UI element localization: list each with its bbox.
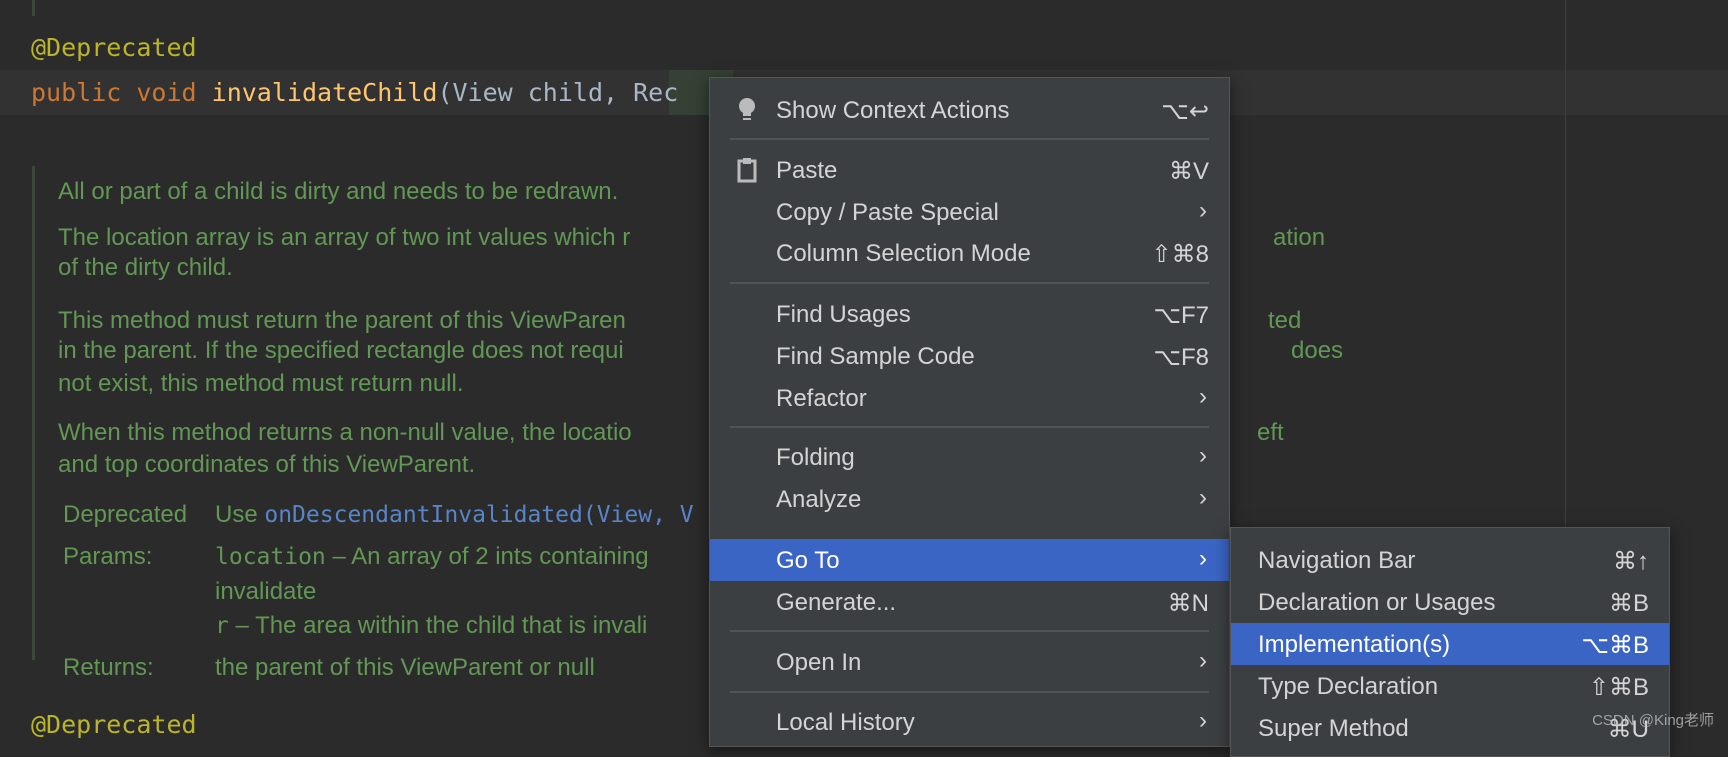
returns-label: Returns: — [63, 654, 154, 681]
keyword: public — [31, 78, 122, 107]
param-name: r — [215, 613, 229, 639]
menu-item-refactor[interactable]: Refactor › — [710, 377, 1229, 419]
submenu-item-type-declaration[interactable]: Type Declaration ⇧⌘B — [1231, 665, 1669, 707]
doc-line: The location array is an array of two in… — [58, 224, 631, 251]
lightbulb-icon — [739, 98, 755, 120]
param-name: location — [215, 544, 326, 570]
chevron-right-icon: › — [1199, 484, 1207, 511]
deprecated-label: Deprecated — [63, 501, 188, 528]
chevron-right-icon: › — [1199, 545, 1207, 572]
submenu-item-implementations[interactable]: Implementation(s) ⌥⌘B — [1231, 623, 1669, 665]
menu-item-folding[interactable]: Folding › — [710, 436, 1229, 478]
chevron-right-icon: › — [1199, 707, 1207, 734]
chevron-right-icon: › — [1199, 647, 1207, 674]
menu-item-analyze[interactable]: Analyze › — [710, 478, 1229, 520]
param-desc: – The area within the child that is inva… — [228, 612, 648, 639]
params: (View child, — [437, 78, 634, 107]
param-desc: – An array of 2 ints containing — [325, 543, 649, 570]
menu-item-local-history[interactable]: Local History › — [710, 701, 1229, 743]
method-signature[interactable]: public void invalidateChild(View child, … — [31, 78, 678, 107]
param-highlighted: Rec — [633, 78, 679, 107]
menu-separator — [730, 426, 1209, 428]
doc-line: When this method returns a non-null valu… — [58, 419, 632, 446]
menu-item-column-selection-mode[interactable]: Column Selection Mode ⇧⌘8 — [710, 232, 1229, 274]
doc-line: ted — [1268, 307, 1302, 334]
doc-line: and top coordinates of this ViewParent. — [58, 451, 476, 478]
deprecated-link[interactable]: onDescendantInvalidated(View, V — [264, 502, 693, 528]
menu-item-find-sample-code[interactable]: Find Sample Code ⌥F8 — [710, 335, 1229, 377]
doc-line: does — [1291, 337, 1344, 364]
chevron-right-icon: › — [1199, 197, 1207, 224]
doc-border — [32, 166, 35, 660]
context-menu: Show Context Actions ⌥↩ Paste ⌘V Copy / Pa… — [709, 77, 1230, 747]
chevron-right-icon: › — [1199, 383, 1207, 410]
menu-separator — [730, 282, 1209, 284]
menu-separator — [730, 691, 1209, 693]
keyword: void — [136, 78, 197, 107]
submenu-item-declaration-or-usages[interactable]: Declaration or Usages ⌘B — [1231, 581, 1669, 623]
params-label: Params: — [63, 543, 153, 570]
doc-line: This method must return the parent of th… — [58, 307, 626, 334]
menu-item-find-usages[interactable]: Find Usages ⌥F7 — [710, 293, 1229, 335]
menu-item-show-context-actions[interactable]: Show Context Actions ⌥↩ — [710, 89, 1229, 131]
menu-item-open-in[interactable]: Open In › — [710, 641, 1229, 683]
menu-separator — [730, 138, 1209, 140]
doc-border — [32, 0, 35, 16]
deprecated-use: Use — [215, 501, 258, 528]
annotation: @Deprecated — [31, 33, 197, 62]
doc-line: in the parent. If the specified rectangl… — [58, 337, 624, 364]
menu-item-go-to[interactable]: Go To › — [710, 539, 1229, 581]
doc-line: eft — [1257, 419, 1284, 446]
annotation: @Deprecated — [31, 710, 197, 739]
menu-item-generate[interactable]: Generate... ⌘N — [710, 581, 1229, 623]
doc-line: ation — [1273, 224, 1326, 251]
chevron-right-icon: › — [1199, 442, 1207, 469]
doc-line: not exist, this method must return null. — [58, 370, 464, 397]
method-name: invalidateChild — [211, 78, 438, 107]
watermark: CSDN @King老师 — [1592, 712, 1714, 729]
doc-line: of the dirty child. — [58, 254, 233, 281]
menu-separator — [730, 630, 1209, 632]
returns-value: the parent of this ViewParent or null — [215, 654, 595, 681]
doc-line: All or part of a child is dirty and need… — [58, 178, 619, 205]
param-desc: invalidate — [215, 578, 317, 605]
clipboard-icon — [737, 158, 757, 183]
menu-item-copy-paste-special[interactable]: Copy / Paste Special › — [710, 191, 1229, 233]
menu-item-paste[interactable]: Paste ⌘V — [710, 149, 1229, 191]
submenu-item-navigation-bar[interactable]: Navigation Bar ⌘↑ — [1231, 539, 1669, 581]
